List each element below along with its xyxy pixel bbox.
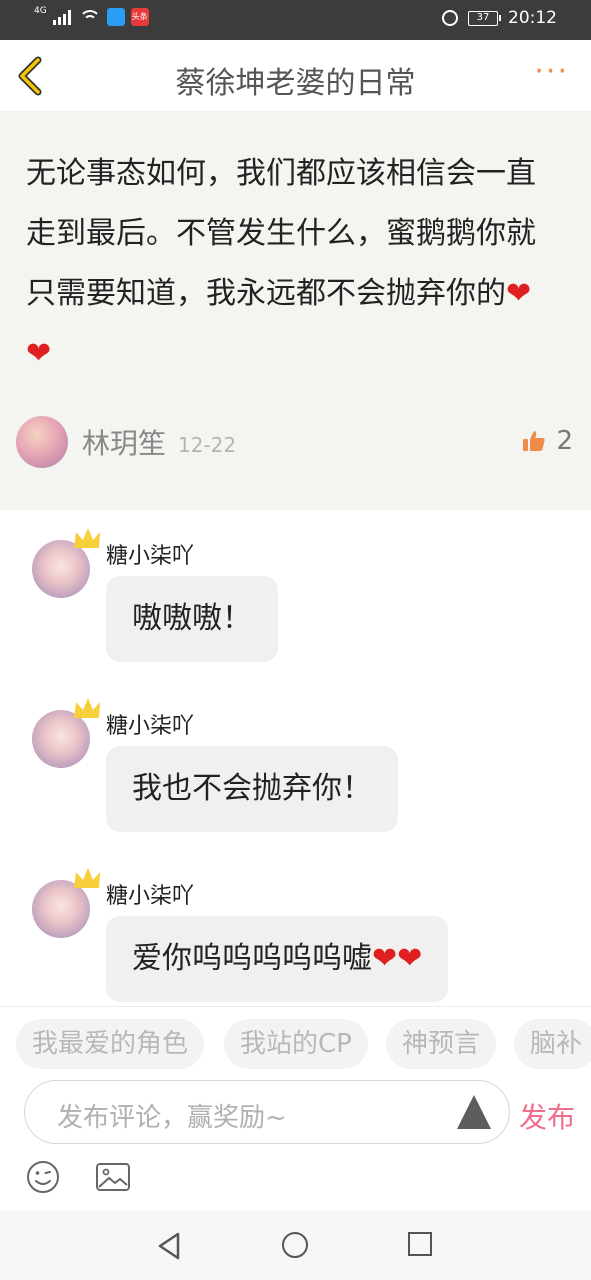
comment-bubble[interactable]: 我也不会抛弃你！ [106, 746, 398, 832]
alarm-icon [442, 10, 458, 26]
post-date: 12-22 [178, 433, 237, 457]
triangle-icon[interactable] [457, 1095, 491, 1129]
tag-chip[interactable]: 神预言 [386, 1019, 497, 1069]
comment-bubble[interactable]: 嗷嗷嗷！ [106, 576, 278, 662]
heart-emoji: ❤❤ [372, 941, 423, 976]
comment-item: 糖小柒吖 爱你呜呜呜呜呜嘘❤❤ [0, 850, 591, 1020]
comment-placeholder: 发布评论，赢奖励~ [57, 1103, 287, 1133]
thumbs-up-icon [523, 431, 546, 451]
crown-icon [74, 868, 100, 888]
post-card: 无论事态如何，我们都应该相信会一直走到最后。不管发生什么，蜜鹅鹅你就只需要知道，… [0, 112, 591, 510]
nav-recents-icon[interactable] [408, 1232, 432, 1256]
emoji-icon[interactable] [26, 1160, 60, 1194]
post-author[interactable]: 林玥笙 12-22 [16, 416, 236, 468]
network-type: 4G [34, 6, 47, 16]
wifi-icon [78, 8, 101, 26]
status-time: 20:12 [508, 8, 557, 28]
nav-home-icon[interactable] [282, 1232, 308, 1258]
comment-author[interactable]: 糖小柒吖 [106, 878, 194, 910]
comment-author[interactable]: 糖小柒吖 [106, 708, 194, 740]
status-bar: 4G 头条 37 20:12 [0, 0, 591, 40]
system-nav-bar [0, 1210, 591, 1280]
tag-row: 我最爱的角色 我站的CP 神预言 脑补 [0, 1006, 591, 1078]
nav-back-icon[interactable] [156, 1232, 182, 1260]
comment-bubble[interactable]: 爱你呜呜呜呜呜嘘❤❤ [106, 916, 449, 1002]
comment-item: 糖小柒吖 嗷嗷嗷！ [0, 510, 591, 680]
post-content: 无论事态如何，我们都应该相信会一直走到最后。不管发生什么，蜜鹅鹅你就只需要知道，… [26, 144, 556, 384]
tag-chip[interactable]: 脑补 [514, 1019, 591, 1069]
battery-icon: 37 [468, 10, 501, 26]
tag-chip[interactable]: 我站的CP [224, 1019, 368, 1069]
author-name[interactable]: 林玥笙 [82, 422, 166, 462]
page-title: 蔡徐坤老婆的日常 [175, 66, 416, 101]
toutiao-notification-icon: 头条 [130, 8, 149, 26]
image-icon[interactable] [96, 1163, 130, 1191]
post-text: 无论事态如何，我们都应该相信会一直走到最后。不管发生什么，蜜鹅鹅你就只需要知道，… [26, 156, 536, 311]
crown-icon [74, 528, 100, 548]
comment-text: 爱你呜呜呜呜呜嘘 [132, 941, 372, 976]
like-button[interactable]: 2 [522, 426, 573, 456]
comment-author[interactable]: 糖小柒吖 [106, 538, 194, 570]
crown-icon [74, 698, 100, 718]
app-notification-icon [106, 8, 125, 26]
comment-input[interactable]: 发布评论，赢奖励~ [24, 1080, 510, 1144]
avatar[interactable] [16, 416, 68, 468]
like-count: 2 [556, 426, 573, 456]
signal-icon [52, 9, 73, 25]
comment-item: 糖小柒吖 我也不会抛弃你！ [0, 680, 591, 850]
comment-input-row: 发布评论，赢奖励~ 发布 [0, 1078, 591, 1148]
input-tools [0, 1148, 591, 1210]
more-dots-icon[interactable]: ··· [534, 57, 569, 87]
publish-button[interactable]: 发布 [519, 1096, 575, 1136]
tag-chip[interactable]: 我最爱的角色 [16, 1019, 205, 1069]
top-bar: 蔡徐坤老婆的日常 ··· [0, 40, 591, 112]
